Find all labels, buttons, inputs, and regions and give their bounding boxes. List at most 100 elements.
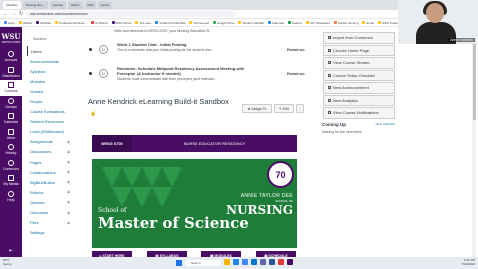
announcement-message: This is a reminder that your initial pos… [117,48,214,52]
bookmark[interactable]: The Hive [135,21,151,25]
course-nav-item[interactable]: Home [27,46,72,57]
sidebar-action-button[interactable]: View Course Stream [323,57,395,69]
nav-inbox[interactable]: Inbox [0,127,22,143]
nav-my-media[interactable]: My Media [0,173,22,189]
browser-tab[interactable]: Widen [68,1,83,9]
weather-widget[interactable]: 84°F Sunny [3,258,12,266]
windows-start-icon[interactable] [176,260,182,266]
course-nav-item[interactable]: Grades [27,86,72,96]
course-nav-item[interactable]: Syllabus [27,66,72,76]
course-nav-item[interactable]: Assignments ◉ [27,137,72,147]
bookmark[interactable]: Professional Devel... [55,21,87,25]
course-nav-label: Collaborations [30,169,56,175]
sidebar-action-button[interactable]: New Announcement [323,82,395,94]
anniversary-badge: 70 [267,161,294,188]
bookmark[interactable]: Email [362,21,374,25]
bookmark[interactable]: CourseLeaf [189,21,209,25]
bookmark[interactable]: Apps [4,21,15,25]
forward-icon[interactable]: → [11,11,16,17]
course-nav-item[interactable]: Files ◉ [27,218,72,228]
nav-groups[interactable]: Groups [0,96,22,112]
bookmark[interactable]: Google Drive [212,21,234,25]
edge-icon[interactable] [233,259,239,265]
taskbar-search[interactable]: Search [185,260,221,266]
bookmark-icon [288,21,292,25]
sidebar-action-button[interactable]: View Course Notifications [323,107,395,119]
sidebar-action-button[interactable]: Import from Commons [323,32,395,44]
back-icon[interactable]: ← [3,11,8,17]
browser-tab[interactable]: Home [98,1,113,9]
browser-tab[interactable]: Nursing Res... [22,1,48,9]
course-nav-item[interactable]: Discussions ◉ [27,147,72,157]
visibility-eye-icon: ◉ [66,220,70,225]
bookmark[interactable]: Student Handbk [238,21,264,25]
course-nav-item[interactable]: Collaborations ◉ [27,167,72,177]
sidebar-action-button[interactable]: Choose Home Page [323,44,395,56]
chrome-icon[interactable] [242,259,248,265]
bookmark[interactable]: Kaltura [288,21,302,25]
bookmark[interactable]: WSU Home [111,20,132,25]
course-nav-item[interactable]: Student Resources [27,117,72,127]
assign-to-button[interactable]: ⊕ Assign To [242,104,272,113]
nav-history[interactable]: History [0,142,22,158]
app-icon[interactable] [278,259,284,265]
nav-dashboard[interactable]: Dashboard [0,65,22,81]
bookmark[interactable]: Athlete [18,21,32,25]
teams-icon[interactable] [260,259,266,265]
nav-commons[interactable]: Commons [0,158,22,174]
bookmark[interactable]: Verified Credentials [155,21,185,25]
browser-tab[interactable]: Mail [84,1,97,9]
nav-label: My Media [3,182,19,187]
url-field[interactable]: wsu.instructure.com/courses/xxxxxxx [26,11,237,17]
course-nav-item[interactable]: Outcomes ◉ [27,208,72,218]
announcement-title[interactable]: Week 1 Student Chat - Initial Posting [117,42,257,47]
bookmark[interactable]: OIC Newsletter [305,21,330,25]
system-tray[interactable]: 2:11 PM 7/23/2024 [462,258,475,266]
more-options-button[interactable]: ⋮ [296,104,304,113]
view-calendar-link[interactable]: View Calendar [376,122,395,127]
sidebar-action-button[interactable]: Course Setup Checklist [323,69,395,81]
course-nav-item[interactable]: Course Evaluations [27,107,72,117]
course-nav-item[interactable]: Quizzes ◉ [27,197,72,207]
browser-tab[interactable]: Canvas [49,1,67,9]
course-nav-item[interactable]: Modules [27,76,72,86]
course-nav-item[interactable]: People [27,96,72,106]
file-explorer-icon[interactable] [224,259,230,265]
course-nav-item[interactable]: Announcements [27,56,72,66]
edit-button[interactable]: ✎ Edit [274,104,294,113]
page-scrollbar[interactable] [472,27,476,257]
app-icon[interactable] [287,259,293,265]
nav-courses[interactable]: Courses [0,80,22,96]
course-nav-item[interactable]: Rubrics ◉ [27,187,72,197]
bookmark[interactable]: Go Brand [90,21,108,25]
bookmark-label: WSU Home [115,20,132,25]
word-icon[interactable] [269,259,275,265]
announcement-item[interactable]: U Reminder: Schedule Midpoint Residency … [86,65,311,85]
nav-label: Groups [5,104,17,109]
button-label: View Course Stream [333,60,370,66]
bookmark-icon [189,21,193,25]
bookmark[interactable]: Kaplan Nursing [333,21,358,25]
course-nav-item[interactable]: BigBlueButton ◉ [27,177,72,187]
wsu-logo[interactable]: WSU WICHITA STATE [0,27,22,49]
nav-calendar[interactable]: Calendar [0,111,22,127]
sidebar-action-button[interactable]: New Analytics [323,94,395,106]
outlook-icon[interactable] [251,259,257,265]
course-nav-item[interactable]: Lucid (Whiteboard) [27,127,72,137]
course-nav-item[interactable]: Settings [27,228,72,238]
course-nav-label: Grades [30,88,44,94]
announcement-title[interactable]: Reminder: Schedule Midpoint Residency As… [117,66,257,76]
nav-account[interactable]: Account [0,49,22,65]
nav-help[interactable]: Help [0,189,22,205]
browser-tab[interactable]: Sandbox [3,1,21,9]
bookmark[interactable]: Calendar [267,21,284,25]
reload-icon[interactable]: ↻ [19,11,23,17]
help-icon [8,190,14,197]
bookmark[interactable]: NurWeb [36,21,51,25]
announcement-item[interactable]: U Week 1 Student Chat - Initial Posting … [86,41,311,61]
action-icon [328,111,331,115]
collapse-nav-icon[interactable]: ⇤ [9,248,13,254]
button-label: Course Setup Checklist [333,72,375,78]
posted-on: Posted on: [286,72,305,76]
course-nav-item[interactable]: Pages ◉ [27,157,72,167]
